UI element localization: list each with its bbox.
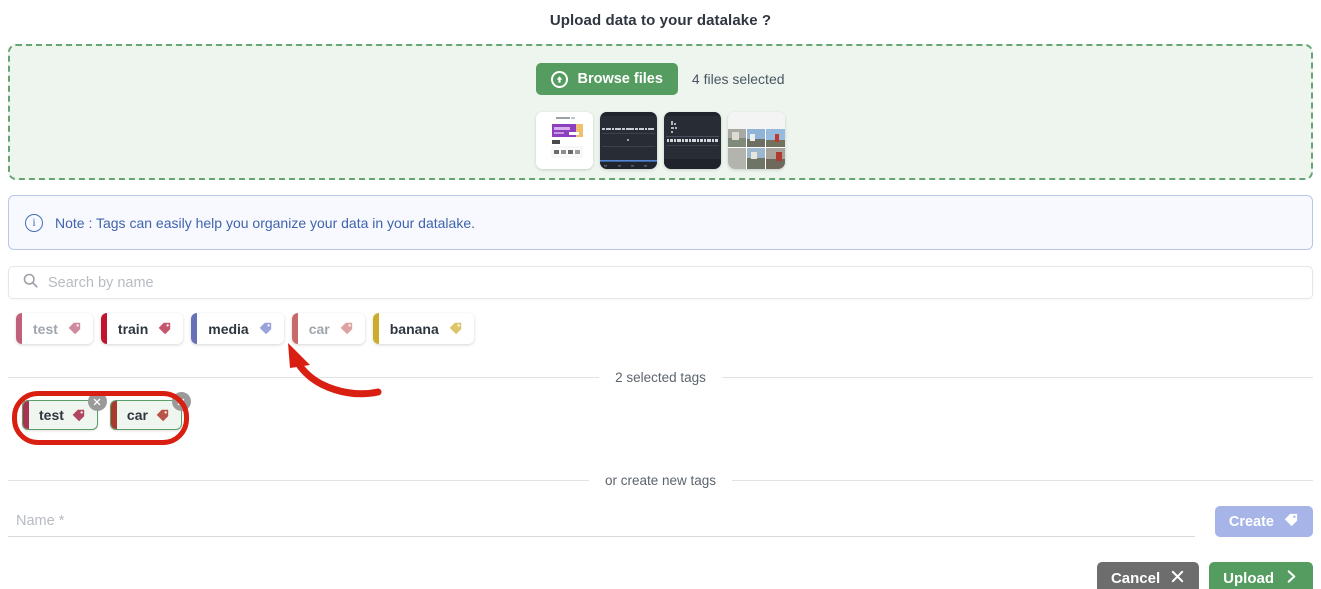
divider-line-right — [732, 480, 1313, 481]
tag-icon — [258, 321, 284, 336]
upload-button[interactable]: Upload — [1209, 562, 1313, 589]
divider-line-left — [8, 377, 600, 378]
selected-tags-divider: 2 selected tags — [8, 370, 1313, 385]
tag-icon — [67, 321, 93, 336]
create-tag-row: Create — [8, 506, 1313, 537]
new-tag-name-input[interactable] — [8, 513, 1195, 537]
info-note-banner: i Note : Tags can easily help you organi… — [8, 195, 1313, 250]
info-note-text: Note : Tags can easily help you organize… — [55, 214, 475, 231]
remove-selected-tag-test-button[interactable] — [87, 392, 107, 411]
thumbnail-terminal-dark-2[interactable] — [664, 112, 721, 169]
available-tags-list: test train media car banana — [8, 313, 1313, 344]
cancel-button[interactable]: Cancel — [1096, 562, 1200, 589]
tag-chip-label: car — [308, 320, 330, 337]
selected-tags-area: test car — [8, 391, 1313, 447]
tag-icon — [1283, 512, 1299, 532]
selected-files-thumbnails — [536, 112, 785, 169]
chevron-right-icon — [1284, 569, 1299, 588]
tag-chip-label: test — [33, 320, 58, 337]
selected-tag-label: test — [39, 407, 64, 423]
close-x-icon — [1170, 569, 1185, 588]
cancel-label: Cancel — [1110, 570, 1161, 587]
browse-files-button[interactable]: Browse files — [536, 63, 678, 95]
create-tags-divider: or create new tags — [8, 473, 1313, 488]
tag-chip-media[interactable]: media — [191, 313, 284, 344]
tag-chip-label: train — [117, 320, 149, 337]
files-selected-count: 4 files selected — [691, 71, 785, 87]
upload-label: Upload — [1223, 570, 1274, 587]
divider-line-right — [721, 377, 1313, 378]
search-bar[interactable] — [8, 266, 1313, 299]
remove-selected-tag-car-button[interactable] — [171, 392, 191, 411]
selected-tag-label: car — [126, 407, 148, 423]
create-tag-button[interactable]: Create — [1214, 506, 1313, 537]
tag-icon — [157, 321, 183, 336]
file-dropzone[interactable]: Browse files 4 files selected — [8, 44, 1313, 180]
page-title: Upload data to your datalake ? — [549, 12, 772, 29]
selected-tag-inner: test — [23, 401, 97, 429]
tag-chip-label: media — [208, 320, 249, 337]
thumbnail-photo-grid[interactable] — [728, 112, 785, 169]
create-tags-label: or create new tags — [604, 473, 717, 488]
info-circle-icon: i — [25, 213, 43, 232]
selected-tags-count-label: 2 selected tags — [615, 370, 706, 385]
tag-chip-car[interactable]: car — [291, 313, 365, 344]
tag-icon — [448, 321, 474, 336]
search-icon — [22, 272, 39, 294]
search-input[interactable] — [48, 274, 1312, 291]
tag-chip-label: banana — [389, 320, 439, 337]
tag-chip-test[interactable]: test — [16, 313, 93, 344]
upload-arrow-circle-icon — [551, 70, 569, 88]
tag-chip-banana[interactable]: banana — [372, 313, 474, 344]
upload-dialog: Upload data to your datalake ? Browse fi… — [0, 0, 1321, 589]
tag-chip-train[interactable]: train — [100, 313, 184, 344]
thumbnail-terminal-dark-1[interactable] — [600, 112, 657, 169]
annotation-arrow — [270, 338, 390, 400]
browse-files-label: Browse files — [577, 71, 663, 87]
dialog-footer: Cancel Upload — [8, 562, 1313, 589]
divider-line-left — [8, 480, 589, 481]
tag-icon — [339, 321, 365, 336]
selected-tag-test[interactable]: test — [22, 392, 107, 430]
selected-tags-list: test car — [22, 392, 1313, 430]
create-tag-label: Create — [1228, 513, 1274, 530]
selected-tag-car[interactable]: car — [109, 392, 191, 430]
browse-row: Browse files 4 files selected — [536, 63, 785, 95]
selected-tag-inner: car — [110, 401, 181, 429]
thumbnail-webpage-screenshot[interactable] — [536, 112, 593, 169]
